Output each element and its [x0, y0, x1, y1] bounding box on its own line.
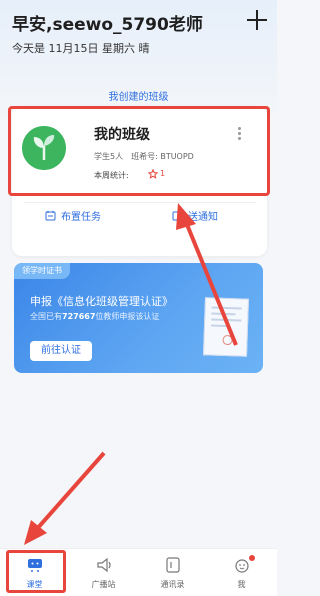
classroom-tab-highlight — [6, 550, 66, 593]
notice-icon — [172, 211, 183, 220]
tab-contacts-label: 通讯录 — [160, 580, 185, 589]
go-certify-button[interactable]: 前往认证 — [30, 341, 92, 361]
send-notice-button[interactable]: 送通知 — [172, 204, 218, 226]
banner-title: 申报《信息化班级管理认证》 — [30, 295, 173, 308]
tab-broadcast[interactable]: 广播站 — [69, 549, 138, 596]
class-info-highlight — [8, 106, 270, 196]
arrow-to-classroom-tab — [34, 451, 106, 532]
banner-subtitle: 全国已有727667位教师申报该认证 — [30, 311, 159, 322]
greeting-title: 早安,seewo_5790老师 — [12, 15, 203, 35]
tab-broadcast-label: 广播站 — [91, 580, 116, 589]
banner-subtitle-prefix: 全国已有 — [30, 312, 62, 321]
banner-tag: 领学时证书 — [14, 263, 70, 279]
tab-me[interactable]: 我 — [207, 549, 276, 596]
notification-badge — [249, 555, 255, 561]
section-title: 我创建的班级 — [108, 92, 169, 103]
send-notice-label: 送通知 — [188, 211, 218, 223]
assign-task-label: 布置任务 — [61, 211, 101, 223]
calendar-icon — [45, 210, 56, 220]
card-divider — [24, 202, 256, 203]
assign-task-button[interactable]: 布置任务 — [45, 204, 101, 226]
tab-contacts[interactable]: 通讯录 — [138, 549, 207, 596]
arrow-head-classroom-tab — [24, 520, 47, 545]
banner-subtitle-count: 727667 — [62, 312, 96, 321]
profile-icon — [234, 557, 250, 573]
certificate-illustration — [203, 297, 249, 357]
banner-subtitle-suffix: 位教师申报该认证 — [95, 312, 160, 321]
add-icon[interactable] — [247, 10, 267, 30]
contacts-icon — [165, 557, 181, 573]
tab-me-label: 我 — [237, 580, 246, 589]
date-weather-line: 今天是 11月15日 星期六 晴 — [12, 42, 150, 55]
broadcast-icon — [96, 557, 112, 573]
certification-banner[interactable]: 领学时证书 申报《信息化班级管理认证》 全国已有727667位教师申报该认证 前… — [14, 263, 263, 373]
